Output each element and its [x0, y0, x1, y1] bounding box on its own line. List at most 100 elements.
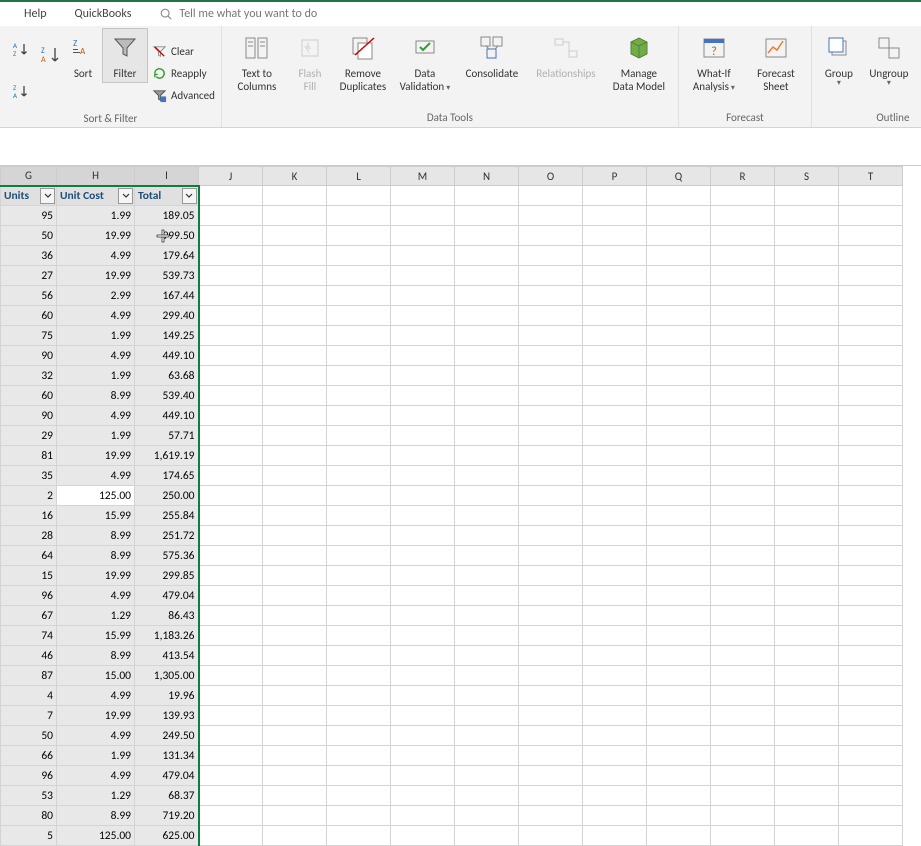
cell-empty[interactable] [327, 366, 391, 386]
cell-empty[interactable] [711, 406, 775, 426]
cell[interactable]: 19.99 [57, 446, 135, 466]
cell[interactable]: 57.71 [135, 426, 199, 446]
cell-empty[interactable] [775, 826, 839, 846]
cell-empty[interactable] [519, 446, 583, 466]
cell[interactable]: 299.85 [135, 566, 199, 586]
cell-empty[interactable] [327, 826, 391, 846]
cell-empty[interactable] [583, 806, 647, 826]
cell-empty[interactable] [455, 766, 519, 786]
cell-empty[interactable] [583, 706, 647, 726]
cell-empty[interactable] [583, 746, 647, 766]
cell[interactable]: 19.99 [57, 706, 135, 726]
cell-empty[interactable] [775, 586, 839, 606]
cell[interactable]: 29 [1, 426, 57, 446]
column-header-o[interactable]: O [519, 167, 583, 186]
cell[interactable]: 64 [1, 546, 57, 566]
cell-empty[interactable] [263, 806, 327, 826]
filter-button[interactable]: Filter [102, 28, 148, 83]
cell[interactable]: 719.20 [135, 806, 199, 826]
cell-empty[interactable] [263, 326, 327, 346]
cell-empty[interactable] [775, 186, 839, 206]
cell-empty[interactable] [263, 266, 327, 286]
cell-empty[interactable] [583, 226, 647, 246]
cell-empty[interactable] [711, 466, 775, 486]
cell[interactable]: 53 [1, 786, 57, 806]
cell-empty[interactable] [327, 486, 391, 506]
cell[interactable]: 539.40 [135, 386, 199, 406]
cell-empty[interactable] [199, 826, 263, 846]
cell-empty[interactable] [839, 326, 903, 346]
cell-empty[interactable] [583, 686, 647, 706]
cell-empty[interactable] [455, 226, 519, 246]
cell-empty[interactable] [327, 406, 391, 426]
cell-empty[interactable] [391, 586, 455, 606]
cell[interactable]: 81 [1, 446, 57, 466]
cell-empty[interactable] [583, 486, 647, 506]
cell-empty[interactable] [711, 746, 775, 766]
cell-empty[interactable] [263, 526, 327, 546]
filter-dropdown-g[interactable] [40, 188, 55, 204]
cell[interactable]: 4.99 [57, 766, 135, 786]
cell-empty[interactable] [839, 406, 903, 426]
cell-empty[interactable] [839, 806, 903, 826]
cell-empty[interactable] [327, 786, 391, 806]
cell-empty[interactable] [583, 186, 647, 206]
cell-empty[interactable] [775, 466, 839, 486]
cell-empty[interactable] [455, 786, 519, 806]
clear-button[interactable]: Clear [150, 43, 217, 60]
cell-empty[interactable] [775, 546, 839, 566]
cell-empty[interactable] [839, 446, 903, 466]
cell[interactable]: 125.00 [57, 826, 135, 846]
cell-empty[interactable] [775, 766, 839, 786]
cell[interactable]: 27 [1, 266, 57, 286]
cell-empty[interactable] [263, 746, 327, 766]
cell-empty[interactable] [583, 646, 647, 666]
cell-empty[interactable] [391, 506, 455, 526]
cell-empty[interactable] [263, 626, 327, 646]
cell-empty[interactable] [199, 686, 263, 706]
cell[interactable]: 15.00 [57, 666, 135, 686]
cell-empty[interactable] [711, 506, 775, 526]
cell-empty[interactable] [775, 306, 839, 326]
cell-empty[interactable] [519, 426, 583, 446]
cell-empty[interactable] [711, 586, 775, 606]
cell-empty[interactable] [647, 666, 711, 686]
cell[interactable]: 1.99 [57, 366, 135, 386]
cell-empty[interactable] [391, 646, 455, 666]
data-validation-button[interactable]: Data Validation▾ [394, 28, 456, 98]
cell-empty[interactable] [391, 666, 455, 686]
cell-empty[interactable] [519, 646, 583, 666]
column-header-n[interactable]: N [455, 167, 519, 186]
cell-empty[interactable] [391, 786, 455, 806]
cell[interactable]: 56 [1, 286, 57, 306]
cell-empty[interactable] [455, 406, 519, 426]
cell-empty[interactable] [839, 766, 903, 786]
cell-empty[interactable] [391, 326, 455, 346]
cell-empty[interactable] [711, 286, 775, 306]
cell-empty[interactable] [647, 786, 711, 806]
cell[interactable]: 539.73 [135, 266, 199, 286]
cell-empty[interactable] [839, 366, 903, 386]
cell[interactable]: 179.64 [135, 246, 199, 266]
cell-empty[interactable] [199, 346, 263, 366]
cell-empty[interactable] [711, 526, 775, 546]
cell[interactable]: 95 [1, 206, 57, 226]
column-header-j[interactable]: J [199, 167, 263, 186]
cell-empty[interactable] [711, 666, 775, 686]
column-header-h[interactable]: H [57, 167, 135, 186]
cell-empty[interactable] [263, 586, 327, 606]
cell-empty[interactable] [263, 346, 327, 366]
cell-empty[interactable] [327, 206, 391, 226]
cell-empty[interactable] [455, 586, 519, 606]
cell-empty[interactable] [391, 546, 455, 566]
cell-empty[interactable] [263, 666, 327, 686]
cell-empty[interactable] [519, 386, 583, 406]
cell-empty[interactable] [647, 626, 711, 646]
cell-empty[interactable] [519, 726, 583, 746]
cell-empty[interactable] [519, 806, 583, 826]
cell-empty[interactable] [263, 186, 327, 206]
cell-empty[interactable] [327, 426, 391, 446]
cell-empty[interactable] [199, 486, 263, 506]
cell[interactable]: 255.84 [135, 506, 199, 526]
cell-empty[interactable] [839, 546, 903, 566]
